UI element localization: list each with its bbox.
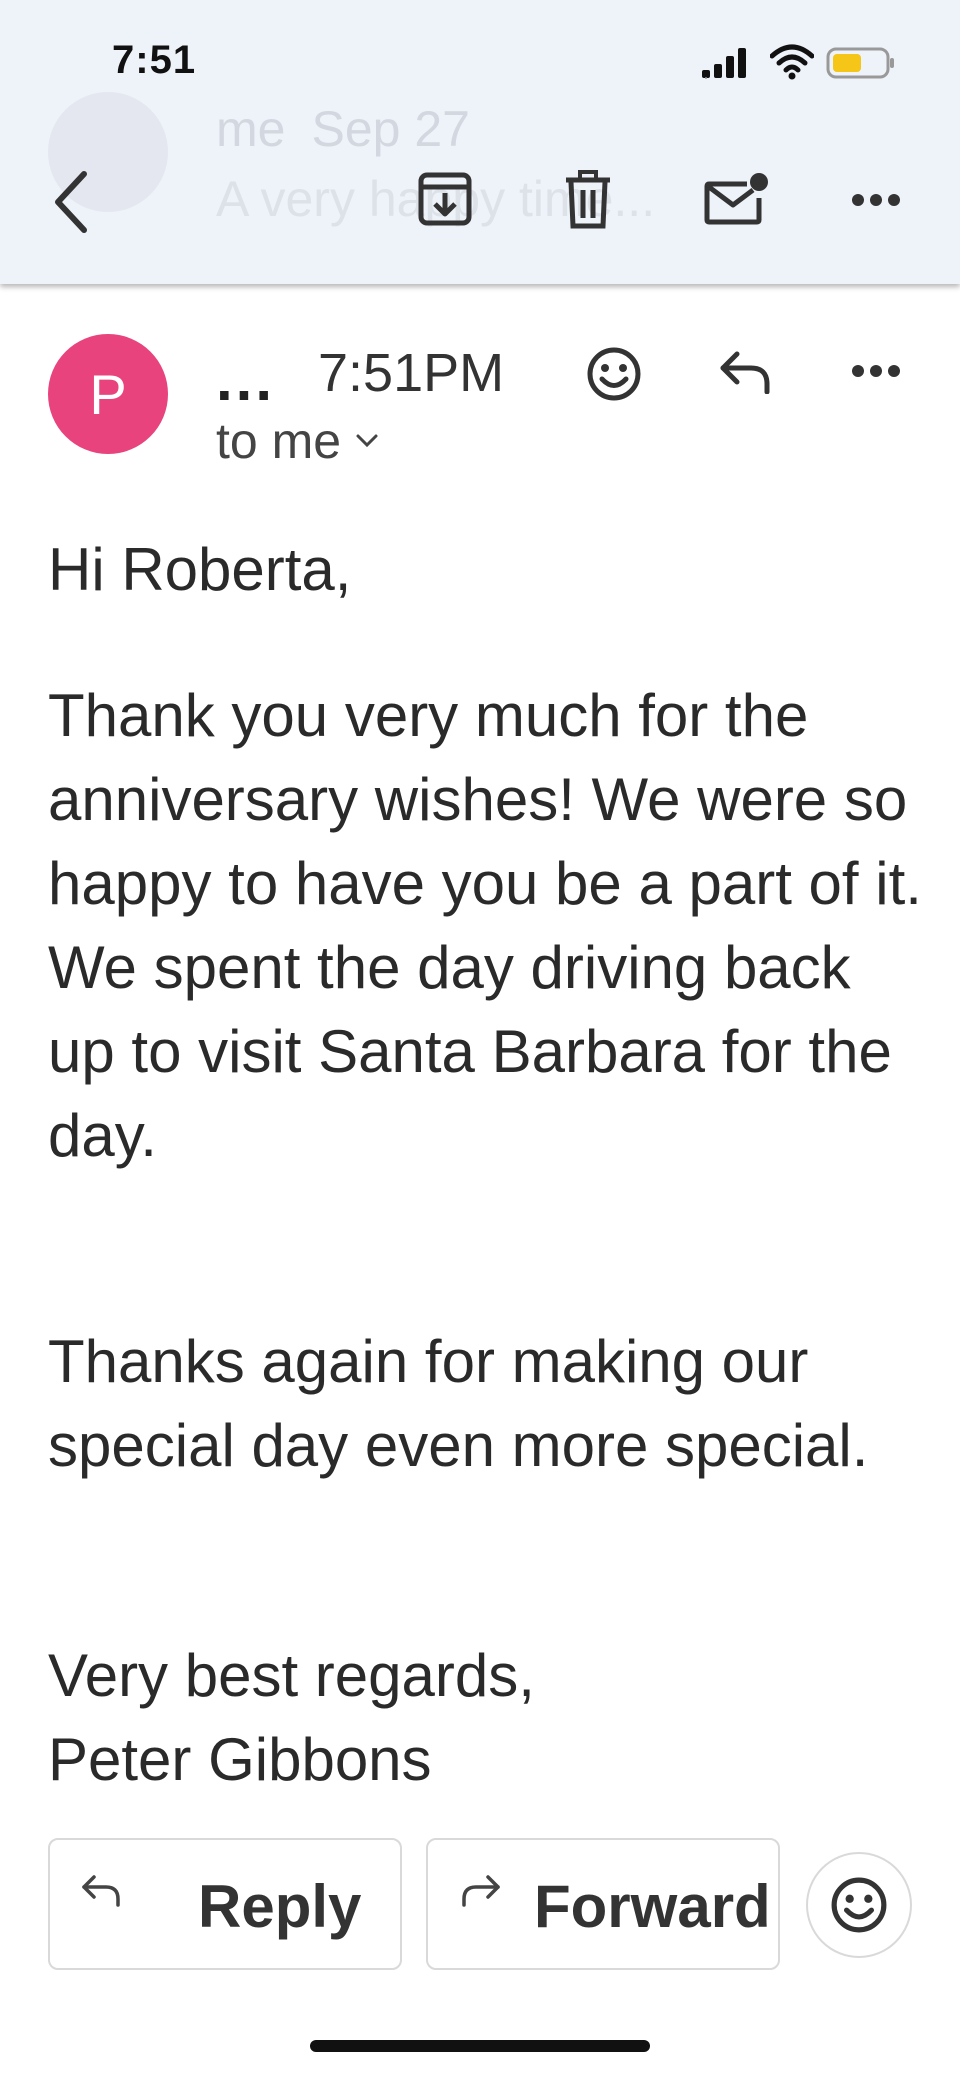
recipients-toggle[interactable]: to me [216,412,379,470]
archive-button[interactable] [410,164,480,234]
ghost-date: Sep 27 [311,101,470,157]
email-signoff: Very best regards, Peter Gibbons [48,1634,928,1802]
email-signature: Peter Gibbons [48,1726,432,1793]
add-reaction-button[interactable] [578,338,650,410]
status-time: 7:51 [112,38,197,82]
reply-icon-button[interactable] [710,340,780,404]
wifi-icon [770,44,814,80]
back-button[interactable] [40,166,100,238]
react-button[interactable] [806,1852,912,1958]
email-paragraph-1: Thank you very much for the anniversary … [48,682,922,1169]
forward-label: Forward [534,1873,771,1940]
more-horizontal-icon [852,365,900,377]
archive-icon [418,172,472,226]
email-paragraph-2: Thanks again for making our special day … [48,1328,869,1479]
reply-button[interactable]: Reply [48,1838,402,1970]
reply-label: Reply [198,1873,362,1940]
email-closing: Very best regards, [48,1642,535,1709]
battery-icon [826,47,894,79]
more-options-button[interactable] [846,170,906,230]
ghost-sender: me [216,101,286,157]
reply-icon [720,351,770,394]
mail-unread-icon [704,173,768,225]
recipients-label: to me [216,413,342,469]
message-time: 7:51PM [318,343,505,403]
mark-unread-button[interactable] [696,164,776,236]
message-more-button[interactable] [846,346,906,396]
trash-icon [566,170,610,229]
forward-button[interactable]: Forward [426,1838,780,1970]
smiley-icon [831,1877,887,1933]
sender-avatar[interactable]: P [48,334,168,454]
forward-icon [462,1875,500,1907]
top-app-bar: 7:51 me Sep 27 A very happy time... [0,0,960,284]
email-greeting: Hi Roberta, [48,536,352,603]
ghost-header: me Sep 27 [216,100,470,158]
reply-icon [82,1875,120,1907]
home-indicator[interactable] [310,2040,650,2052]
sender-name[interactable]: ... [216,350,275,410]
more-horizontal-icon [852,194,900,206]
delete-button[interactable] [556,164,620,236]
smiley-icon [587,347,641,401]
cellular-signal-icon [702,48,746,79]
chevron-left-icon [55,171,87,233]
chevron-down-icon [356,434,378,448]
